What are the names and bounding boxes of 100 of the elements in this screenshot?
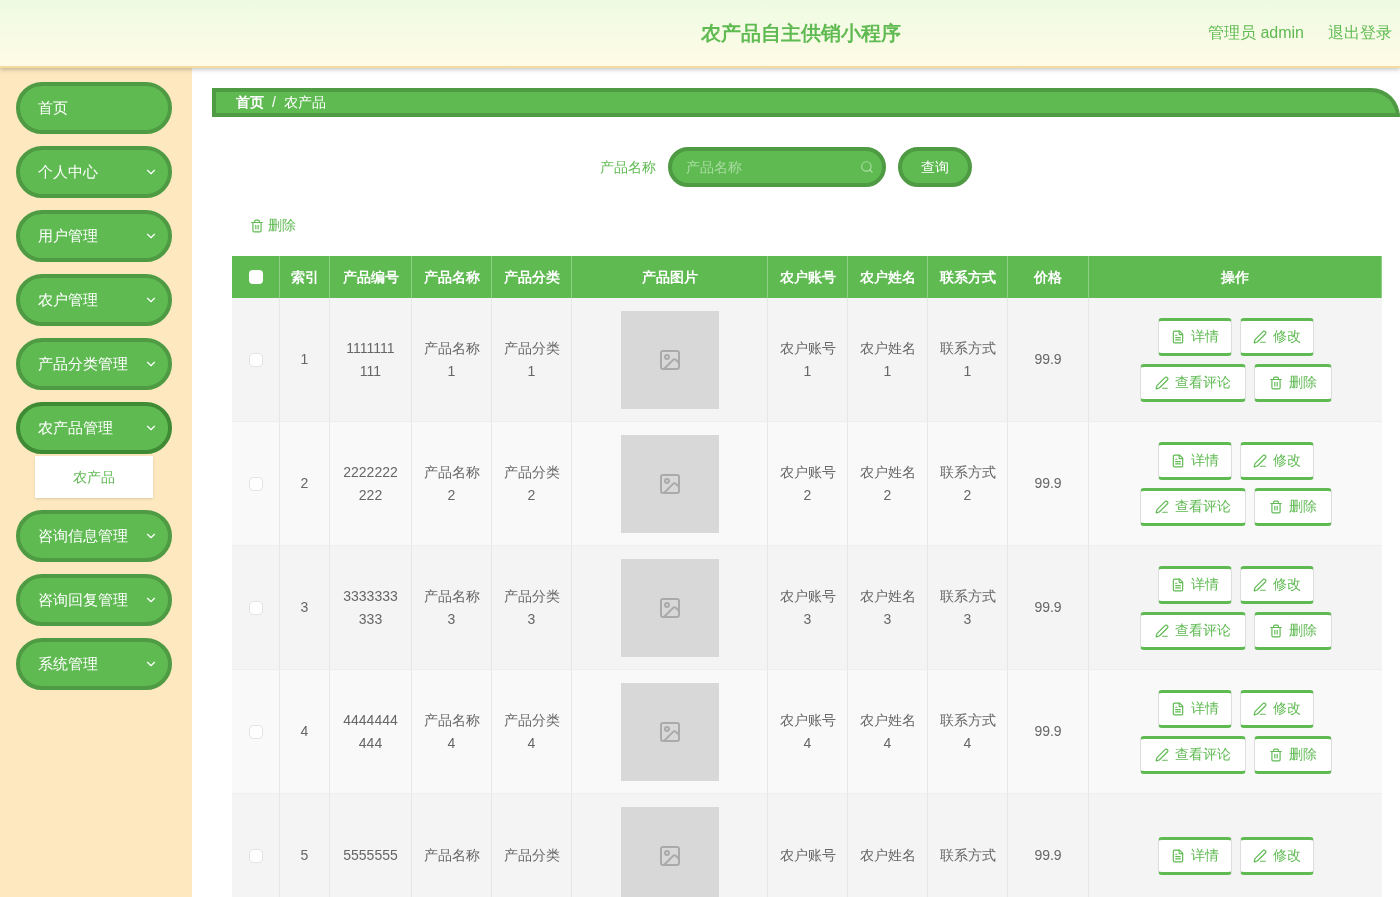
row-checkbox[interactable]	[248, 724, 263, 739]
action-button[interactable]: 修改	[1239, 565, 1314, 604]
image-icon	[657, 595, 682, 620]
column-header: 联系方式	[939, 267, 996, 287]
action-button[interactable]: 删除	[1253, 611, 1332, 650]
action-button[interactable]: 详情	[1157, 317, 1232, 356]
table-cell-text: 5555555	[343, 846, 398, 865]
table-cell-text: 联系方式 3	[939, 586, 996, 629]
column-header: 农户姓名	[859, 267, 916, 287]
action-button[interactable]: 修改	[1239, 689, 1314, 728]
document-icon	[1170, 577, 1185, 592]
table-cell-text: 农户姓名 4	[859, 710, 916, 753]
table-cell-text: 农户账号 1	[779, 338, 836, 381]
row-checkbox[interactable]	[248, 848, 263, 863]
table-cell-text: 99.9	[1034, 722, 1062, 741]
admin-label: 管理员 admin	[1207, 23, 1304, 43]
table-cell-text: 99.9	[1034, 474, 1062, 493]
table-cell-text: 4444444 444	[343, 710, 398, 753]
action-button[interactable]: 查看评论	[1139, 611, 1246, 650]
sidebar-menu-item[interactable]: 农户管理	[16, 274, 172, 326]
column-header: 操作	[1221, 267, 1249, 287]
action-button[interactable]: 详情	[1157, 441, 1232, 480]
table-cell-text: 农户姓名 3	[859, 586, 916, 629]
pen-icon	[1252, 453, 1267, 468]
table-cell-text: 农户账号 3	[779, 586, 836, 629]
sidebar-menu-item[interactable]: 个人中心	[16, 146, 172, 198]
delete-button[interactable]: 删除	[250, 215, 296, 236]
pen-icon	[1154, 499, 1169, 514]
app-title: 农产品自主供销小程序	[701, 21, 901, 46]
header-checkbox[interactable]	[248, 270, 263, 284]
table-cell-text: 联系方式 4	[939, 710, 996, 753]
column-header: 产品分类	[503, 267, 560, 287]
action-button[interactable]: 查看评论	[1139, 735, 1246, 774]
column-header: 产品图片	[641, 267, 698, 287]
table-cell-text: 产品名称 3	[423, 586, 480, 629]
logout-link[interactable]: 退出登录	[1328, 21, 1392, 45]
table-cell-text: 2	[300, 474, 309, 493]
sidebar-menu-item[interactable]: 咨询回复管理	[16, 574, 172, 626]
table-cell-text: 农户姓名	[859, 846, 916, 865]
table-cell-text: 产品名称	[423, 846, 480, 865]
sidebar-menu-item[interactable]: 首页	[16, 82, 172, 134]
search-button[interactable]: 查询	[898, 147, 972, 187]
action-button[interactable]: 修改	[1239, 441, 1314, 480]
sidebar-menu-item[interactable]: 咨询信息管理	[16, 510, 172, 562]
search-label: 产品名称	[600, 157, 656, 177]
table-cell-text: 农户姓名 2	[859, 462, 916, 505]
action-button[interactable]: 修改	[1239, 836, 1314, 875]
table-cell-text: 5	[300, 846, 309, 865]
action-button[interactable]: 删除	[1253, 363, 1332, 402]
sidebar-menu-item[interactable]: 产品分类管理	[16, 338, 172, 390]
table-cell-text: 产品名称 2	[423, 462, 480, 505]
action-button[interactable]: 修改	[1239, 317, 1314, 356]
action-button[interactable]: 详情	[1157, 689, 1232, 728]
table-cell-text: 4	[300, 722, 309, 741]
pen-icon	[1154, 747, 1169, 762]
table-cell-text: 产品名称 4	[423, 710, 480, 753]
table-cell-text: 1	[300, 350, 309, 369]
pen-icon	[1252, 577, 1267, 592]
trash-icon	[1268, 375, 1283, 390]
action-button[interactable]: 删除	[1253, 735, 1332, 774]
pen-icon	[1252, 701, 1267, 716]
table-cell-text: 联系方式	[939, 846, 996, 865]
trash-icon	[1268, 747, 1283, 762]
submenu-item[interactable]: 农产品	[35, 456, 153, 498]
column-header: 农户账号	[779, 267, 836, 287]
trash-icon	[1268, 623, 1283, 638]
pen-icon	[1252, 848, 1267, 863]
action-button[interactable]: 删除	[1253, 487, 1332, 526]
action-button[interactable]: 详情	[1157, 565, 1232, 604]
table-cell-text: 农户账号	[779, 846, 836, 865]
table-cell-text: 产品分类 4	[503, 710, 560, 753]
document-icon	[1170, 848, 1185, 863]
sidebar-menu-item[interactable]: 农产品管理	[16, 402, 172, 454]
table-cell-text: 99.9	[1034, 598, 1062, 617]
row-checkbox[interactable]	[248, 600, 263, 615]
image-icon	[657, 843, 682, 868]
image-icon	[657, 719, 682, 744]
table-cell-text: 农户账号 4	[779, 710, 836, 753]
row-checkbox[interactable]	[248, 352, 263, 367]
column-header: 价格	[1034, 267, 1062, 287]
table-cell-text: 1111111 111	[346, 338, 395, 381]
table-cell-text: 产品分类 1	[503, 338, 560, 381]
table-cell-text: 产品分类 3	[503, 586, 560, 629]
pen-icon	[1252, 329, 1267, 344]
sidebar-menu-item[interactable]: 用户管理	[16, 210, 172, 262]
document-icon	[1170, 453, 1185, 468]
table-cell-text: 99.9	[1034, 846, 1062, 865]
action-button[interactable]: 详情	[1157, 836, 1232, 875]
action-button[interactable]: 查看评论	[1139, 487, 1246, 526]
row-checkbox[interactable]	[248, 476, 263, 491]
search-field[interactable]: 产品名称	[668, 147, 886, 187]
column-header: 产品名称	[423, 267, 480, 287]
table-cell-text: 产品分类 2	[503, 462, 560, 505]
table-cell-text: 3	[300, 598, 309, 617]
breadcrumb-item[interactable]: 首页	[236, 92, 264, 113]
sidebar-menu-item[interactable]: 系统管理	[16, 638, 172, 690]
action-button[interactable]: 查看评论	[1139, 363, 1246, 402]
table-cell-text: 农户姓名 1	[859, 338, 916, 381]
column-header: 索引	[290, 267, 319, 287]
pen-icon	[1154, 623, 1169, 638]
